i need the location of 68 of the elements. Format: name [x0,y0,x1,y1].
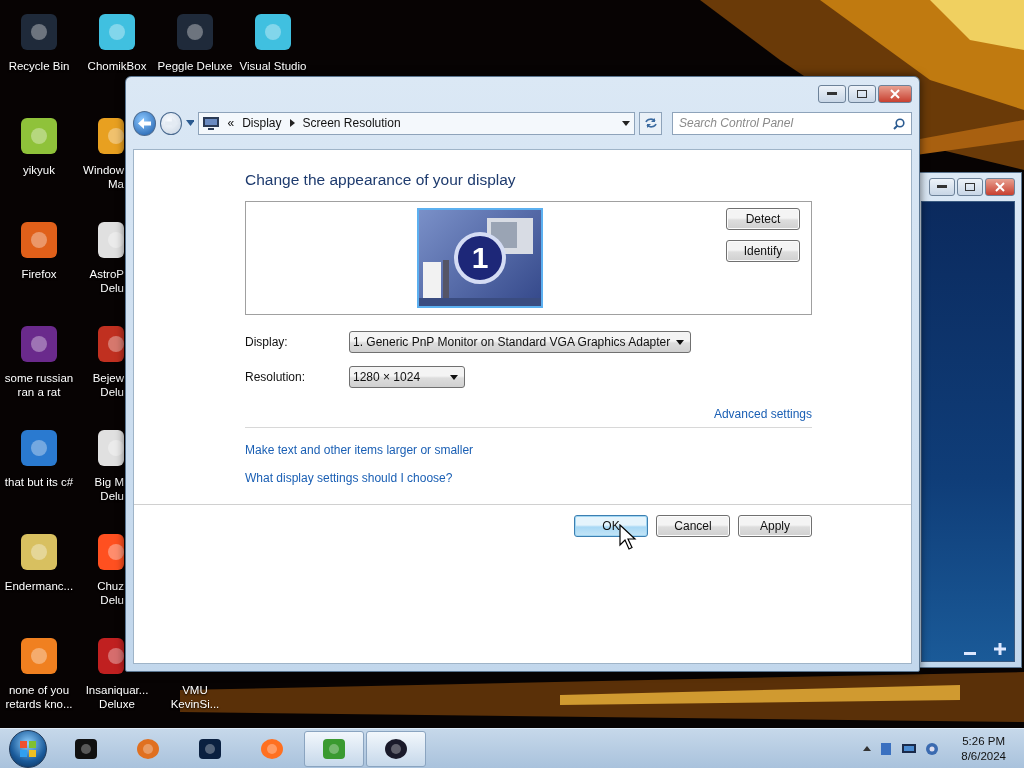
tray-app-icon[interactable] [879,741,894,756]
four-squares-icon [19,739,37,758]
dropdown-field[interactable]: 1. Generic PnP Monitor on Standard VGA Graphics Adapter [349,331,692,353]
icon-label: Endermanc... [4,579,74,593]
close-icon [890,89,900,99]
dropdown-arrow-icon[interactable] [622,120,631,126]
dialog-button[interactable]: OK [574,515,648,537]
chevron-icon[interactable] [863,746,872,751]
monitor-icon [203,116,220,130]
icon-label: ChomikBox [87,59,147,73]
arrow-left-icon [138,117,152,129]
path-overflow-mark[interactable]: « [227,116,235,130]
dialog-button[interactable]: Apply [738,515,812,537]
dialog-button[interactable]: Cancel [656,515,730,537]
help-link[interactable]: Make text and other items larger or smaller [245,443,474,457]
icon-label: VMU KevinSi... [170,683,220,711]
network-icon[interactable] [901,741,918,756]
start-button[interactable] [9,729,47,768]
breadcrumb-item[interactable]: Screen Resolution [302,116,401,130]
minimize-icon [937,185,947,189]
breadcrumb-item[interactable]: Display [242,116,282,130]
icon-label: Bejew Delu [92,371,124,399]
icon-label: that but its c# [4,475,74,489]
icon-label: Firefox [21,267,57,281]
minimize-button[interactable] [929,178,955,196]
icon-label: Peggle Deluxe [157,59,233,73]
icon-label: Chuz Delu [97,579,124,607]
back-button[interactable] [133,110,157,136]
minimize-icon [827,92,837,96]
advanced-settings-link[interactable]: Advanced settings [713,407,812,421]
help-link[interactable]: What display settings should I choose? [245,471,453,485]
refresh-icon [643,117,658,129]
maximize-icon [965,183,975,191]
icon-label: AstroP Delu [89,267,124,295]
speaker-icon[interactable] [925,741,940,756]
display-tile[interactable]: 1 [417,208,543,308]
icon-label: Recycle Bin [8,59,70,73]
panel-button[interactable]: Detect [726,208,800,230]
page-heading: Change the appearance of your display [245,171,517,189]
icon-label: Insaniquar... Deluxe [85,683,149,711]
search-field[interactable]: Search Control Panel [672,111,912,135]
mouse-cursor-icon [619,524,637,552]
address-bar[interactable]: « Display Screen Resolution [198,111,636,135]
icon-label: Big M Delu [94,475,124,503]
icon-label: Visual Studio [239,59,307,73]
close-button[interactable] [985,178,1015,196]
chevron-icon[interactable] [289,119,295,127]
refresh-button[interactable] [639,111,662,135]
caret-icon [450,374,459,380]
maximize-button[interactable] [957,178,983,196]
icon-label: none of you retards kno... [5,683,73,711]
field-label: Display: [245,335,289,349]
dropdown-field[interactable]: 1280 × 1024 [349,366,466,388]
caret-icon [676,339,685,345]
icon-label: some russian ran a rat [4,371,74,399]
icon-label: yikyuk [23,163,55,177]
maximize-icon [857,90,867,98]
panel-button[interactable]: Identify [726,240,800,262]
icon-label: Window Ma [83,163,124,191]
minimize-button[interactable] [818,85,846,103]
close-button[interactable] [878,85,912,103]
clock[interactable]: 5:26 PM 8/6/2024 [961,733,1006,764]
close-icon [995,182,1005,192]
plus-icon[interactable] [994,643,1006,655]
maximize-button[interactable] [848,85,876,103]
field-label: Resolution: [245,370,307,384]
taskbar-button[interactable] [366,730,426,767]
search-icon[interactable] [893,117,905,130]
